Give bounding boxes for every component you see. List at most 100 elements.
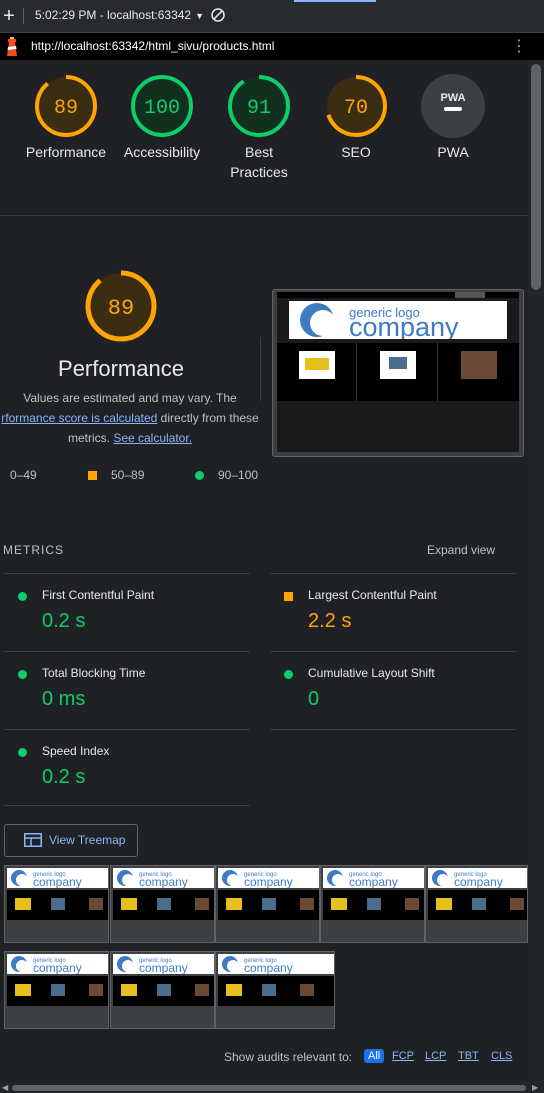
filter-chip-lcp[interactable]: LCP <box>425 1050 446 1062</box>
metric-value: 0 ms <box>42 688 86 710</box>
filmstrip-frame: generic logo company <box>110 865 215 943</box>
frame-logo-bottom: company <box>139 961 188 974</box>
average-square-icon <box>284 592 293 601</box>
gauge-pwa[interactable]: PWA PWA <box>403 74 503 162</box>
report-url: http://localhost:63342/html_sivu/product… <box>31 39 275 53</box>
kebab-icon[interactable]: ⋮ <box>510 37 528 57</box>
frame-products <box>218 976 334 1006</box>
metric-title: Largest Contentful Paint <box>308 588 437 602</box>
gauge-label: Performance <box>25 144 107 160</box>
vertical-scrollbar-thumb[interactable] <box>531 64 541 290</box>
accessibility-gauge-ring: 100 <box>131 75 193 137</box>
frame-products <box>323 890 424 920</box>
pwa-badge-text: PWA <box>440 92 465 104</box>
treemap-icon <box>24 833 42 847</box>
metric-first-contentful-paint: First Contentful Paint 0.2 s <box>4 573 250 652</box>
horizontal-scrollbar[interactable]: ◀ ▶ <box>0 1082 544 1093</box>
metric-cumulative-layout-shift: Cumulative Layout Shift 0 <box>270 651 516 730</box>
metric-value: 0.2 s <box>42 766 86 788</box>
horizontal-scrollbar-thumb[interactable] <box>12 1085 526 1091</box>
scroll-right-arrow-icon[interactable]: ▶ <box>532 1083 538 1092</box>
gauge-accessibility[interactable]: 100 Accessibility <box>112 74 212 162</box>
seo-gauge-ring: 70 <box>325 75 387 137</box>
desc-mid: directly from these <box>157 411 259 425</box>
metric-title: Total Blocking Time <box>42 666 146 680</box>
gauge-score: 100 <box>144 97 180 120</box>
legend-fail-label: 0–49 <box>10 468 37 482</box>
frame-products <box>113 976 214 1006</box>
frame-logo-bar: generic logo company <box>113 954 214 975</box>
frame-logo-bar: generic logo company <box>113 868 214 889</box>
section-divider <box>0 215 528 216</box>
frame-logo-bar: generic logo company <box>428 868 527 889</box>
toolbar-divider <box>23 8 24 24</box>
metric-title: Speed Index <box>42 744 110 758</box>
lighthouse-report: 89 Performance 100 Accessibility 91 Best… <box>0 60 528 1082</box>
screenshot-logo: generic logo company <box>289 301 507 342</box>
frame-logo-bottom: company <box>349 875 398 888</box>
gauge-best-practices[interactable]: 91 Best Practices <box>209 74 309 182</box>
gauge-performance[interactable]: 89 Performance <box>16 74 116 162</box>
screenshot-product-grid <box>277 343 519 401</box>
pass-circle-icon <box>18 748 27 757</box>
filter-chip-all[interactable]: All <box>364 1049 385 1063</box>
metrics-bottom-rule <box>4 805 250 806</box>
gauge-label-line2: Practices <box>230 164 288 180</box>
filmstrip-frame: generic logo company <box>320 865 425 943</box>
desktop-image <box>380 351 416 379</box>
frame-products <box>7 976 108 1006</box>
scroll-left-arrow-icon[interactable]: ◀ <box>2 1083 8 1092</box>
screenshot-nav-tab <box>455 292 485 298</box>
filter-chip-tbt[interactable]: TBT <box>458 1050 479 1062</box>
gauge-label: Best Practices <box>209 142 309 182</box>
gauge-label: SEO <box>341 144 371 160</box>
frame-logo-bar: generic logo company <box>218 954 334 975</box>
score-calculated-link[interactable]: rformance score is calculated <box>1 411 157 425</box>
block-icon[interactable] <box>211 8 225 22</box>
company-logo-icon: generic logo company <box>300 303 459 342</box>
devtools-toolbar: + 5:02:29 PM - localhost:63342 ▼ <box>0 0 544 33</box>
metric-title: First Contentful Paint <box>42 588 155 602</box>
frame-logo-bar: generic logo company <box>7 868 108 889</box>
company-logo-icon: generic logocompany <box>11 956 82 975</box>
gauge-score: 91 <box>247 97 271 120</box>
plus-icon[interactable]: + <box>0 4 18 28</box>
vertical-scrollbar[interactable] <box>528 60 544 1082</box>
company-logo-icon: generic logocompany <box>327 870 398 889</box>
view-treemap-button[interactable]: View Treemap <box>4 824 138 857</box>
gauge-label-line1: Best <box>244 144 273 160</box>
metric-value: 0.2 s <box>42 610 86 632</box>
company-logo-icon: generic logocompany <box>432 870 503 889</box>
report-session-select[interactable]: 5:02:29 PM - localhost:63342 ▼ <box>35 8 204 22</box>
pass-circle-icon <box>284 670 293 679</box>
filter-chip-cls[interactable]: CLS <box>491 1050 512 1062</box>
filter-chip-fcp[interactable]: FCP <box>392 1050 414 1062</box>
company-logo-icon: generic logocompany <box>11 870 82 889</box>
final-screenshot[interactable]: generic logo company <box>272 289 524 457</box>
screenshot-page: generic logo company <box>277 292 519 452</box>
score-legend: 0–49 50–89 90–100 <box>10 468 270 488</box>
expand-view-button[interactable]: Expand view <box>427 543 495 557</box>
company-logo-icon: generic logocompany <box>222 870 293 889</box>
laptop-image <box>299 351 335 379</box>
metric-value: 0 <box>308 688 320 710</box>
metric-title: Cumulative Layout Shift <box>308 666 435 680</box>
see-calculator-link[interactable]: See calculator. <box>113 431 192 445</box>
metric-largest-contentful-paint: Largest Contentful Paint 2.2 s <box>270 573 516 652</box>
performance-description: Values are estimated and may vary. The r… <box>0 388 260 448</box>
room-image <box>461 351 497 379</box>
audit-filter-label: Show audits relevant to: <box>224 1050 353 1064</box>
company-logo-icon: generic logocompany <box>222 956 293 975</box>
performance-title: Performance <box>58 356 184 381</box>
frame-logo-bar: generic logo company <box>218 868 319 889</box>
pass-circle-icon <box>18 670 27 679</box>
gauge-score: 70 <box>344 97 368 120</box>
metric-value: 2.2 s <box>308 610 352 632</box>
filmstrip-frame: generic logo company <box>4 951 109 1029</box>
frame-products <box>113 890 214 920</box>
gauge-seo[interactable]: 70 SEO <box>306 74 406 162</box>
frame-products <box>428 890 527 920</box>
performance-detail-gauge: 89 <box>85 270 157 342</box>
frame-logo-bottom: company <box>139 875 188 888</box>
filmstrip-frame: generic logo company <box>110 951 215 1029</box>
